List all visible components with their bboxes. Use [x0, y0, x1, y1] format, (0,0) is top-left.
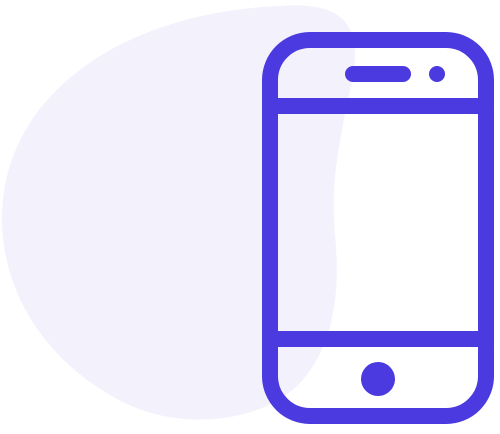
smartphone-illustration	[1, 5, 494, 424]
background-blob	[1, 5, 356, 420]
illustration-canvas	[0, 0, 500, 434]
home-button	[361, 362, 395, 396]
camera-dot	[429, 66, 445, 82]
